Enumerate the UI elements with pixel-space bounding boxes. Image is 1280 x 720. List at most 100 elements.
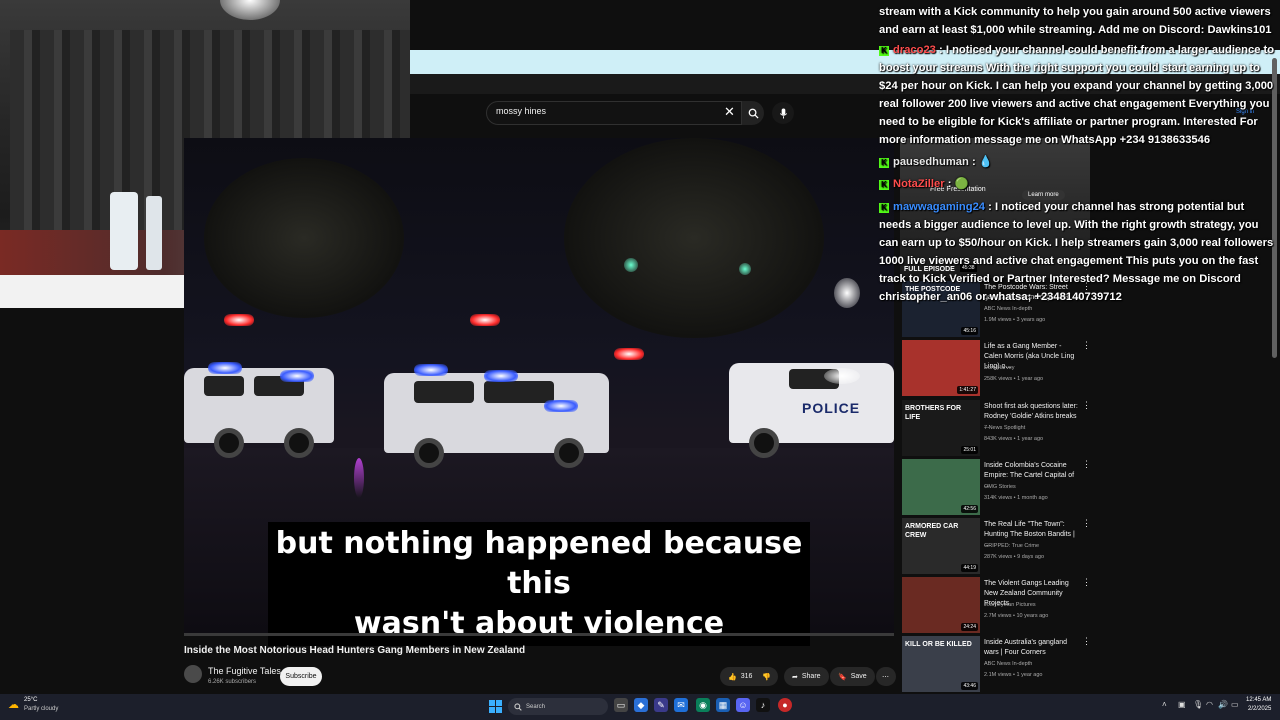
siren-light-blue [280,370,314,382]
car-window [204,376,244,396]
share-label: Share [801,673,821,680]
chat-username[interactable]: NotaZiller [893,178,945,190]
siren-light-red [470,314,500,326]
video-thumbnail[interactable]: 42:56 [902,459,980,515]
recommended-video[interactable]: KILL OR BE KILLED 43:46 Inside Australia's… [902,636,1092,692]
windows-start-icon[interactable] [489,700,502,713]
like-button[interactable]: 👍 316 👎 [720,667,778,686]
save-icon: 🔖 [838,673,847,681]
more-icon[interactable]: ⋮ [1082,340,1091,351]
share-button[interactable]: ➦ Share [784,667,829,686]
recommended-channel[interactable]: GRIPPED: True Crime [984,543,1039,549]
recommended-channel[interactable]: ABC News In-depth [984,661,1032,667]
video-tree [564,138,824,338]
subscribe-button[interactable]: Subscribe [280,667,322,686]
chat-username[interactable]: draco23 [893,44,936,56]
chat-message-text: 🟢 [954,178,969,190]
car-wheel [284,428,314,458]
voice-search-button[interactable] [772,102,794,124]
chat-message-text: I noticed your channel has strong potent… [879,201,1274,303]
task-view-icon[interactable]: ▭ [614,698,628,712]
video-progress-bar[interactable] [184,633,894,636]
close-icon[interactable]: ✕ [724,104,735,120]
light-reflection [354,458,364,498]
more-icon[interactable]: ⋮ [1082,459,1091,470]
video-duration: 24:24 [961,623,978,631]
wifi-icon[interactable]: ◠ [1206,700,1213,709]
street-lamp [834,278,860,308]
chat-username[interactable]: mawwagaming24 [893,201,985,213]
car-wheel [749,428,779,458]
mic-icon [779,107,787,119]
video-thumbnail[interactable]: KILL OR BE KILLED 43:46 [902,636,980,692]
recommended-channel[interactable]: 7 News Spotlight [984,425,1025,431]
chat-message: stream with a Kick community to help you… [879,3,1277,39]
chat-message: Kpausedhuman : 💧 [879,153,1277,171]
recommended-channel[interactable]: OMG Stories [984,484,1016,490]
car-wheel [554,438,584,468]
chat-message-text: stream with a Kick community to help you… [879,6,1272,36]
store-icon[interactable]: ▦ [716,698,730,712]
kick-chat-overlay: stream with a Kick community to help you… [876,0,1280,303]
chat-message: Kmawwagaming24 : I noticed your channel … [879,201,1274,303]
recommended-channel[interactable]: ABC News In-depth [984,306,1032,312]
more-icon[interactable]: ⋮ [1082,400,1091,411]
clock-date[interactable]: 2/2/2025 [1248,706,1271,712]
chrome-icon[interactable]: ● [778,698,792,712]
recommended-video[interactable]: 1:41:27 Life as a Gang Member - Calen Mor… [902,340,1092,396]
recommended-title[interactable]: Inside Australia's gangland wars | Four … [984,638,1080,658]
dislike-icon[interactable]: 👎 [762,673,771,681]
recommended-meta: 2.1M views • 1 year ago [984,672,1043,678]
siren-light-red [224,314,254,326]
more-icon[interactable]: ⋮ [1082,577,1091,588]
car-wheel [214,428,244,458]
tiktok-icon[interactable]: ♪ [756,698,770,712]
microphone-tray-icon[interactable]: 🎙 [1193,700,1203,709]
recommended-video[interactable]: 24:24 The Violent Gangs Leading New Zeala… [902,577,1092,633]
video-thumbnail[interactable]: ARMORED CAR CREW 44:19 [902,518,980,574]
video-caption: but nothing happened because this wasn't… [268,522,810,646]
video-duration: 44:19 [961,564,978,572]
channel-name[interactable]: The Fugitive Tales [208,666,281,676]
chat-message: Kdraco23 : I noticed your channel could … [879,44,1275,146]
volume-icon[interactable]: 🔊 [1218,700,1228,709]
mail-icon[interactable]: ✉ [674,698,688,712]
recommended-channel[interactable]: Journeyman Pictures [984,602,1036,608]
thumbnail-text: BROTHERS FOR LIFE [905,405,961,421]
weather-icon[interactable]: ☁ [8,698,19,711]
video-thumbnail[interactable]: BROTHERS FOR LIFE 25:01 [902,400,980,456]
copilot-icon[interactable]: ◆ [634,698,648,712]
video-thumbnail[interactable]: 24:24 [902,577,980,633]
thumbnail-text: KILL OR BE KILLED [905,641,972,648]
clock-time[interactable]: 12:45 AM [1246,697,1271,703]
search-icon [748,108,759,119]
recommended-video[interactable]: 42:56 Inside Colombia's Cocaine Empire: T… [902,459,1092,515]
more-icon[interactable]: ⋮ [1082,636,1091,647]
video-duration: 43:46 [961,682,978,690]
taskbar-search[interactable]: Search [508,698,608,715]
pen-icon[interactable]: ✎ [654,698,668,712]
discord-icon[interactable]: ☺ [736,698,750,712]
edge-icon[interactable]: ◉ [696,698,710,712]
tray-app-icon[interactable]: ▣ [1178,700,1186,709]
chat-username[interactable]: pausedhuman [893,156,969,168]
more-icon[interactable]: ⋮ [1082,518,1091,529]
recommended-channel[interactable]: Dom Harvey [984,365,1015,371]
recommended-video[interactable]: ARMORED CAR CREW 44:19 The Real Life "The … [902,518,1092,574]
channel-avatar[interactable] [184,665,202,683]
video-thumbnail[interactable]: 1:41:27 [902,340,980,396]
siren-light-blue [208,362,242,374]
chat-message: K NotaZiller : 🟢 [879,175,1277,193]
like-icon: 👍 [728,673,737,681]
tray-overflow-icon[interactable]: ˄ [1162,700,1167,709]
thumbnail-text: ARMORED CAR CREW [905,523,959,539]
caption-line-1: but nothing happened because this [275,526,803,601]
battery-icon[interactable]: ▭ [1231,700,1239,709]
webcam-heater [110,192,138,270]
save-button[interactable]: 🔖 Save [830,667,875,686]
recommended-video[interactable]: BROTHERS FOR LIFE 25:01 Shoot first ask qu… [902,400,1092,456]
save-label: Save [850,673,867,680]
weather-condition[interactable]: Partly cloudy [24,706,58,712]
more-actions-button[interactable]: ⋯ [876,667,896,686]
weather-temperature[interactable]: 25°C [24,697,37,703]
